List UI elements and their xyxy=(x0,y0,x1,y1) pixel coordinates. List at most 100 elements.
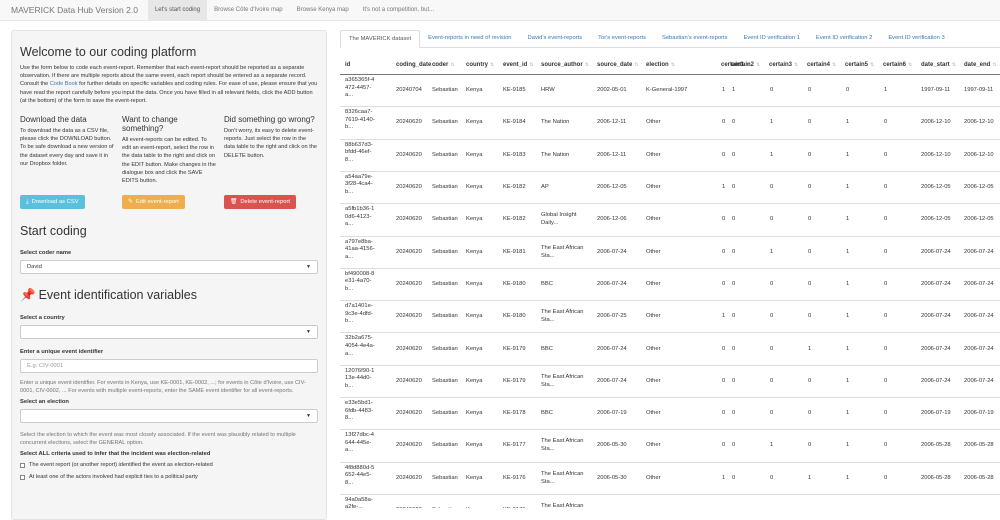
country-select[interactable]: ▼ xyxy=(20,325,318,340)
cell-certain5: 1 xyxy=(846,442,850,449)
download-col: Download the data To download the data a… xyxy=(20,115,114,185)
sort-icon[interactable]: ⇅ xyxy=(756,62,760,68)
col-header-election[interactable]: election ⇅ xyxy=(646,56,675,74)
tab-verification-1[interactable]: Event ID verification 1 xyxy=(736,30,808,48)
cell-event-id: KE-9178 xyxy=(503,410,526,417)
tab-tor-reports[interactable]: Tor's event-reports xyxy=(590,30,654,48)
nav-start-coding[interactable]: Let's start coding xyxy=(147,0,208,21)
col-header-date-end[interactable]: date_end ⇅ xyxy=(964,56,997,74)
cell-coding-date: 20240620 xyxy=(396,345,422,352)
help-columns: Download the data To download the data a… xyxy=(20,115,318,185)
col-header-certain2[interactable]: certain2 ⇅ xyxy=(731,56,760,74)
table-row[interactable]: d7a1401e-9c3e-4dfd-b... 20240620 Sebastian… xyxy=(340,300,1000,332)
table-row[interactable]: e33e5bd1-6fdb-4483-8... 20240620 Sebastian… xyxy=(340,397,1000,429)
checkbox[interactable] xyxy=(20,474,25,480)
wrong-title: Did something go wrong? xyxy=(224,115,315,125)
nav-competition[interactable]: It's not a competition, but... xyxy=(356,0,442,21)
col-header-certain6[interactable]: certain6 ⇅ xyxy=(883,56,912,74)
cell-certain5: 1 xyxy=(846,410,850,417)
cell-country: Kenya xyxy=(466,313,483,320)
cell-coder: Sebastian xyxy=(432,184,458,191)
cell-country: Kenya xyxy=(466,216,483,223)
cell-certain1: 1 xyxy=(722,87,726,94)
codebook-link[interactable]: Code Book xyxy=(50,81,78,87)
col-header-source-date[interactable]: source_date ⇅ xyxy=(597,56,639,74)
sort-icon[interactable]: ⇅ xyxy=(908,62,912,68)
sort-icon[interactable]: ⇅ xyxy=(952,62,956,68)
table-row[interactable]: 88b637d3-bfdd-46ef-8... 20240620 Sebastian… xyxy=(340,139,1000,171)
cell-source-author: The East African Sta... xyxy=(541,373,584,388)
checkbox[interactable] xyxy=(20,462,25,468)
cell-election: Other xyxy=(646,345,661,352)
cell-certain1: 0 xyxy=(722,216,726,223)
col-header-certain4[interactable]: certain4 ⇅ xyxy=(807,56,836,74)
tab-verification-2[interactable]: Event ID verification 2 xyxy=(808,30,880,48)
table-row[interactable]: a365365f-4472-4457-a... 20240704 Sebastian… xyxy=(340,74,1000,106)
tab-verification-3[interactable]: Event ID verification 3 xyxy=(880,30,952,48)
table-row[interactable]: a797e8ba-41aa-4156-a... 20240620 Sebastian… xyxy=(340,236,1000,268)
cell-certain4: 0 xyxy=(808,313,812,320)
nav-civ-map[interactable]: Browse Côte d'Ivoire map xyxy=(207,0,290,21)
cell-certain4: 0 xyxy=(808,151,812,158)
cell-country: Kenya xyxy=(466,280,483,287)
brand-title[interactable]: MAVERICK Data Hub Version 2.0 xyxy=(0,5,148,15)
sort-icon[interactable]: ⇅ xyxy=(529,62,533,68)
cell-certain3: 0 xyxy=(770,184,774,191)
download-csv-button[interactable]: ⤓ Download as CSV xyxy=(20,195,85,210)
coder-select[interactable]: David ▼ xyxy=(20,260,318,275)
table-row[interactable]: 13f27dbc-4644-445e-a... 20240620 Sebastian… xyxy=(340,429,1000,461)
table-row[interactable]: a5fb1b36-10d6-4123-a... 20240620 Sebastian… xyxy=(340,203,1000,235)
table-row[interactable]: bf490008-8e31-4a70-b... 20240620 Sebastian… xyxy=(340,268,1000,300)
cell-certain4: 0 xyxy=(808,184,812,191)
col-header-certain3[interactable]: certain3 ⇅ xyxy=(769,56,798,74)
col-header-id[interactable]: id xyxy=(345,56,350,74)
action-buttons: ⤓ Download as CSV ✎ Edit event-report 🗑 Del… xyxy=(20,195,318,210)
col-header-country[interactable]: country ⇅ xyxy=(466,56,494,74)
table-row[interactable]: 8326caa7-7619-4140-b... 20240620 Sebastian… xyxy=(340,106,1000,138)
cell-coding-date: 20240620 xyxy=(396,280,422,287)
cell-certain3: 0 xyxy=(770,216,774,223)
col-header-source-author[interactable]: source_author ⇅ xyxy=(541,56,589,74)
criteria-checkbox-1[interactable]: The event report (or another report) ide… xyxy=(20,460,318,470)
tab-sebastian-reports[interactable]: Sebastian's event-reports xyxy=(654,30,736,48)
cell-certain2: 0 xyxy=(732,216,736,223)
sort-icon[interactable]: ⇅ xyxy=(794,62,798,68)
tab-need-revision[interactable]: Event-reports in need of revision xyxy=(420,30,519,48)
table-row[interactable]: 12076f90-113e-44d0-b... 20240620 Sebastian… xyxy=(340,365,1000,397)
col-header-event-id[interactable]: event_id ⇅ xyxy=(503,56,534,74)
col-header-date-start[interactable]: date_start ⇅ xyxy=(921,56,956,74)
table-row[interactable]: 4f8d880d-5652-44e5-8... 20240620 Sebastian… xyxy=(340,462,1000,494)
col-header-coder[interactable]: coder ⇅ xyxy=(432,56,455,74)
delete-event-button[interactable]: 🗑 Delete event-report xyxy=(224,195,296,210)
cell-certain4: 1 xyxy=(808,474,812,481)
cell-certain5: 1 xyxy=(846,474,850,481)
sort-icon[interactable]: ⇅ xyxy=(870,62,874,68)
cell-election: Other xyxy=(646,313,661,320)
criteria-checkbox-2[interactable]: At least one of the actors involved had … xyxy=(20,472,318,482)
edit-event-button[interactable]: ✎ Edit event-report xyxy=(122,195,185,210)
nav-kenya-map[interactable]: Browse Kenya map xyxy=(290,0,356,21)
sort-icon[interactable]: ⇅ xyxy=(490,62,494,68)
sort-icon[interactable]: ⇅ xyxy=(585,62,589,68)
sort-icon[interactable]: ⇅ xyxy=(634,62,638,68)
cell-source-author: Global Insight Daily... xyxy=(541,212,577,227)
sort-icon[interactable]: ⇅ xyxy=(992,62,996,68)
cell-certain3: 0 xyxy=(770,87,774,94)
cell-coder: Sebastian xyxy=(432,216,458,223)
table-row[interactable]: 94a0a58a-a2fe-...20240620SebastianKenyaK… xyxy=(340,494,1000,508)
tab-maverick-dataset[interactable]: The MAVERICK dataset xyxy=(340,30,421,48)
cell-date-end: 2006-07-24 xyxy=(964,345,994,352)
tab-david-reports[interactable]: David's event-reports xyxy=(520,30,591,48)
sort-icon[interactable]: ⇅ xyxy=(450,62,454,68)
col-header-certain5[interactable]: certain5 ⇅ xyxy=(845,56,874,74)
cell-certain6: 0 xyxy=(884,442,888,449)
table-row[interactable]: a54aa79e-3f28-4ca4-b... 20240620 Sebastian… xyxy=(340,171,1000,203)
event-id-input[interactable]: E.g. CIV-0001 xyxy=(20,359,318,374)
election-select[interactable]: ▼ xyxy=(20,409,318,424)
cell-source-author: The Nation xyxy=(541,119,570,126)
election-help: Select the election to which the event w… xyxy=(20,432,296,447)
sort-icon[interactable]: ⇅ xyxy=(671,62,675,68)
table-row[interactable]: 32b2a675-4054-4e4a-a... 20240620 Sebastian… xyxy=(340,332,1000,364)
cell-event-id: KE-9180 xyxy=(503,280,526,287)
sort-icon[interactable]: ⇅ xyxy=(832,62,836,68)
